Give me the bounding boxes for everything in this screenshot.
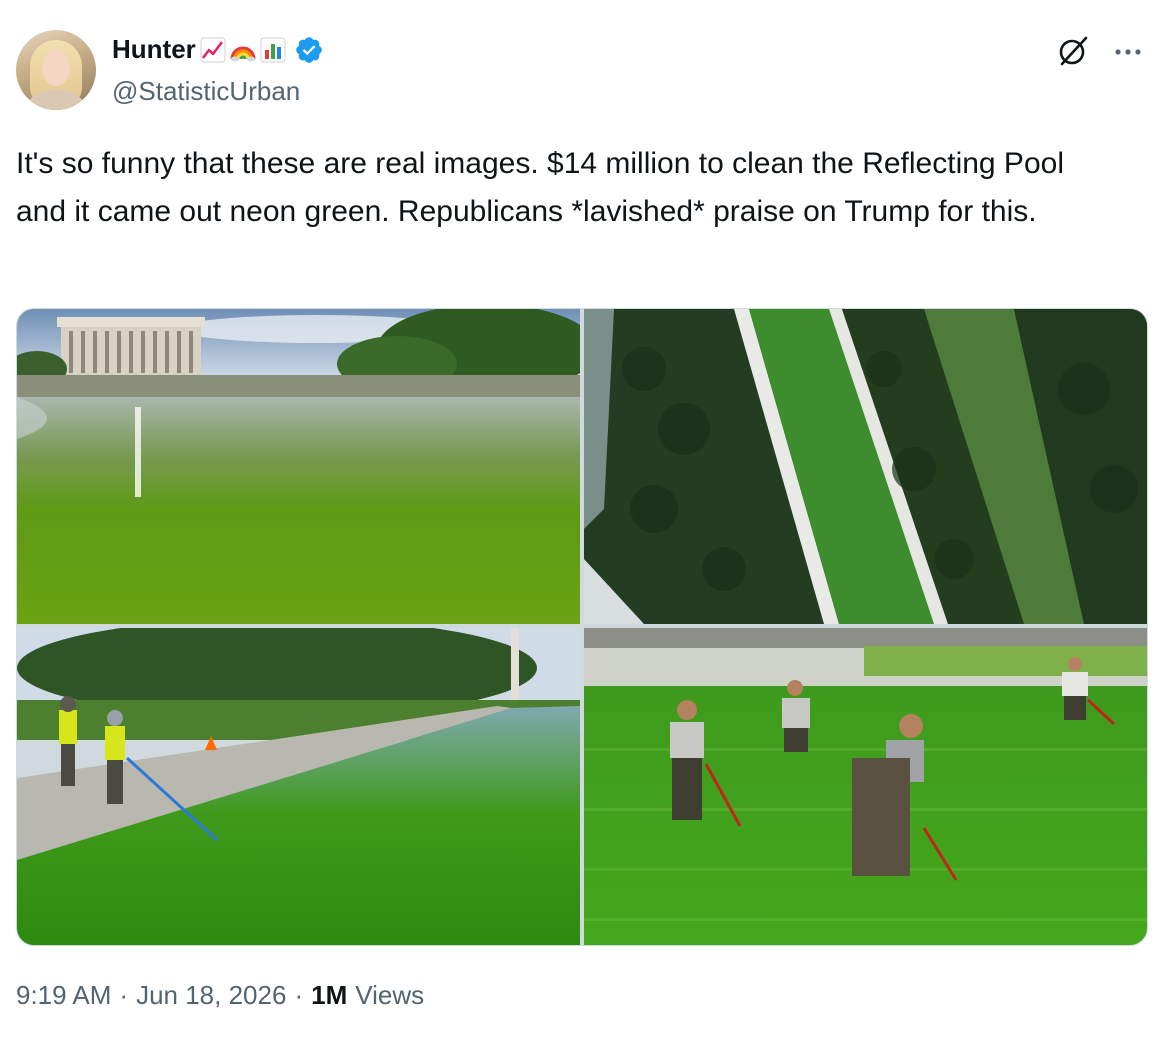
avatar-face xyxy=(42,50,70,86)
views-label: Views xyxy=(355,980,425,1010)
tweet-card: Hunter @StatisticUrban It's so funny tha… xyxy=(0,0,1174,1048)
author-display-name[interactable]: Hunter xyxy=(112,34,196,65)
grok-icon[interactable] xyxy=(1056,34,1090,68)
media-grid xyxy=(16,308,1148,946)
photo-lincoln-memorial-pool[interactable] xyxy=(17,309,580,624)
chart-increasing-emoji-icon xyxy=(200,37,226,62)
tweet-date[interactable]: Jun 18, 2026 xyxy=(136,980,286,1011)
photo-aerial-reflecting-pool[interactable] xyxy=(584,309,1147,624)
photo-workers-pool-edge[interactable] xyxy=(17,628,580,945)
tweet-text: It's so funny that these are real images… xyxy=(16,147,1064,228)
meta-separator-2: · xyxy=(294,980,304,1010)
author-handle[interactable]: @StatisticUrban xyxy=(112,76,300,107)
bar-chart-emoji-icon xyxy=(260,37,286,62)
tweet-time[interactable]: 9:19 AM xyxy=(16,980,111,1011)
more-options-icon[interactable] xyxy=(1112,40,1144,64)
rainbow-emoji-icon xyxy=(230,46,256,61)
tweet-meta: 9:19 AM · Jun 18, 2026 · 1M Views xyxy=(16,980,424,1011)
verified-badge-icon[interactable] xyxy=(294,35,324,65)
views-count[interactable]: 1M xyxy=(311,980,347,1011)
author-name-row[interactable]: Hunter xyxy=(112,34,324,65)
photo-workers-wading[interactable] xyxy=(584,628,1147,945)
meta-separator: · xyxy=(119,980,129,1010)
avatar[interactable] xyxy=(16,30,96,110)
